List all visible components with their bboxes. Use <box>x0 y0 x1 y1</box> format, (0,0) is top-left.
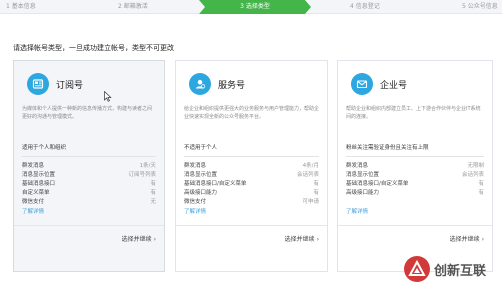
feature-row: 高级接口能力有 <box>346 190 484 196</box>
learn-more-link[interactable]: 了解详情 <box>22 207 44 215</box>
feature-row: 微信支付 可申请 <box>184 199 319 205</box>
brand-logo-icon <box>404 256 430 282</box>
feature-row: 消息显示位置 会话列表 <box>184 172 319 178</box>
step-email-activation: 2 邮箱激活 <box>118 3 148 10</box>
active-step-arrow <box>305 0 311 14</box>
enterprise-account-card[interactable]: 企业号 帮助企业和组织内部建立员工、上下游合作伙伴与企业IT系统间的连接。 粉丝… <box>337 60 493 272</box>
user-service-icon <box>189 73 211 95</box>
select-and-continue-button[interactable]: 选择并继续 › <box>122 234 156 243</box>
feature-row: 基础消息接口/自定义菜单有 <box>184 181 319 187</box>
card-header: 企业号 <box>351 72 407 96</box>
feature-row: 群发消息 1条/天 <box>22 163 156 169</box>
step-account-info: 5 公众号信息 <box>462 3 498 10</box>
card-footer-divider <box>338 225 492 226</box>
divider <box>184 156 319 157</box>
feature-row: 群发消息 4条/月 <box>184 163 319 169</box>
mail-icon <box>351 73 373 95</box>
service-account-card[interactable]: 服务号 给企业和组织提供更强大的业务服务与用户管理能力，帮助企业快速实现全新的公… <box>175 60 328 272</box>
select-and-continue-button[interactable]: 选择并继续 › <box>285 234 319 243</box>
step-basic-info: 1 基本信息 <box>6 3 36 10</box>
mouse-cursor-icon <box>104 91 112 102</box>
card-suitability: 粉丝关注需验证身份且关注有上限 <box>346 145 429 151</box>
divider <box>22 156 156 157</box>
card-suitability: 不适用于个人 <box>184 145 218 151</box>
instruction-text: 请选择帐号类型，一旦成功建立帐号，类型不可更改 <box>13 44 174 52</box>
card-description: 给企业和组织提供更强大的业务服务与用户管理能力，帮助企业快速实现全新的公众号服务… <box>184 106 320 120</box>
feature-row: 基础消息接口有 <box>22 181 156 187</box>
feature-row: 消息显示位置 订阅号列表 <box>22 172 156 178</box>
card-footer-divider <box>14 225 164 226</box>
feature-row: 高级接口能力有 <box>184 190 319 196</box>
learn-more-link[interactable]: 了解详情 <box>184 207 206 215</box>
step-select-type-active: 3 选择类型 <box>205 0 305 14</box>
card-header: 服务号 <box>189 72 245 96</box>
card-footer-divider <box>176 225 327 226</box>
card-suitability: 适用于个人和组织 <box>22 145 67 151</box>
select-and-continue-button[interactable]: 选择并继续 › <box>450 234 484 243</box>
chevron-right-icon: › <box>481 236 484 243</box>
step-info-registration: 4 信息登记 <box>350 3 380 10</box>
feature-row: 微信支付无 <box>22 199 156 205</box>
chevron-right-icon: › <box>316 236 319 243</box>
subscription-account-card[interactable]: 订阅号 为媒体和个人提供一种新的信息传播方式，构建与读者之间更好的沟通与管理模式… <box>13 60 165 272</box>
watermark-text: 创新互联 <box>434 263 487 279</box>
feature-row: 自定义菜单有 <box>22 190 156 196</box>
card-title: 企业号 <box>380 80 408 91</box>
news-icon <box>27 73 49 95</box>
feature-row: 基础消息接口/自定义菜单有 <box>346 181 484 187</box>
feature-row: 群发消息 无限制 <box>346 163 484 169</box>
card-description: 帮助企业和组织内部建立员工、上下游合作伙伴与企业IT系统间的连接。 <box>346 106 481 120</box>
divider <box>346 156 484 157</box>
learn-more-link[interactable]: 了解详情 <box>346 207 368 215</box>
step-progress-bar: 1 基本信息 2 邮箱激活 3 选择类型 4 信息登记 5 公众号信息 <box>0 0 502 14</box>
chevron-right-icon: › <box>153 236 156 243</box>
card-description: 为媒体和个人提供一种新的信息传播方式，构建与读者之间更好的沟通与管理模式。 <box>22 106 153 120</box>
feature-row: 消息显示位置 会话列表 <box>346 172 484 178</box>
card-title: 订阅号 <box>56 80 84 91</box>
card-title: 服务号 <box>218 80 246 91</box>
card-header: 订阅号 <box>27 72 83 96</box>
watermark-logo: 创新互联 <box>404 256 486 282</box>
